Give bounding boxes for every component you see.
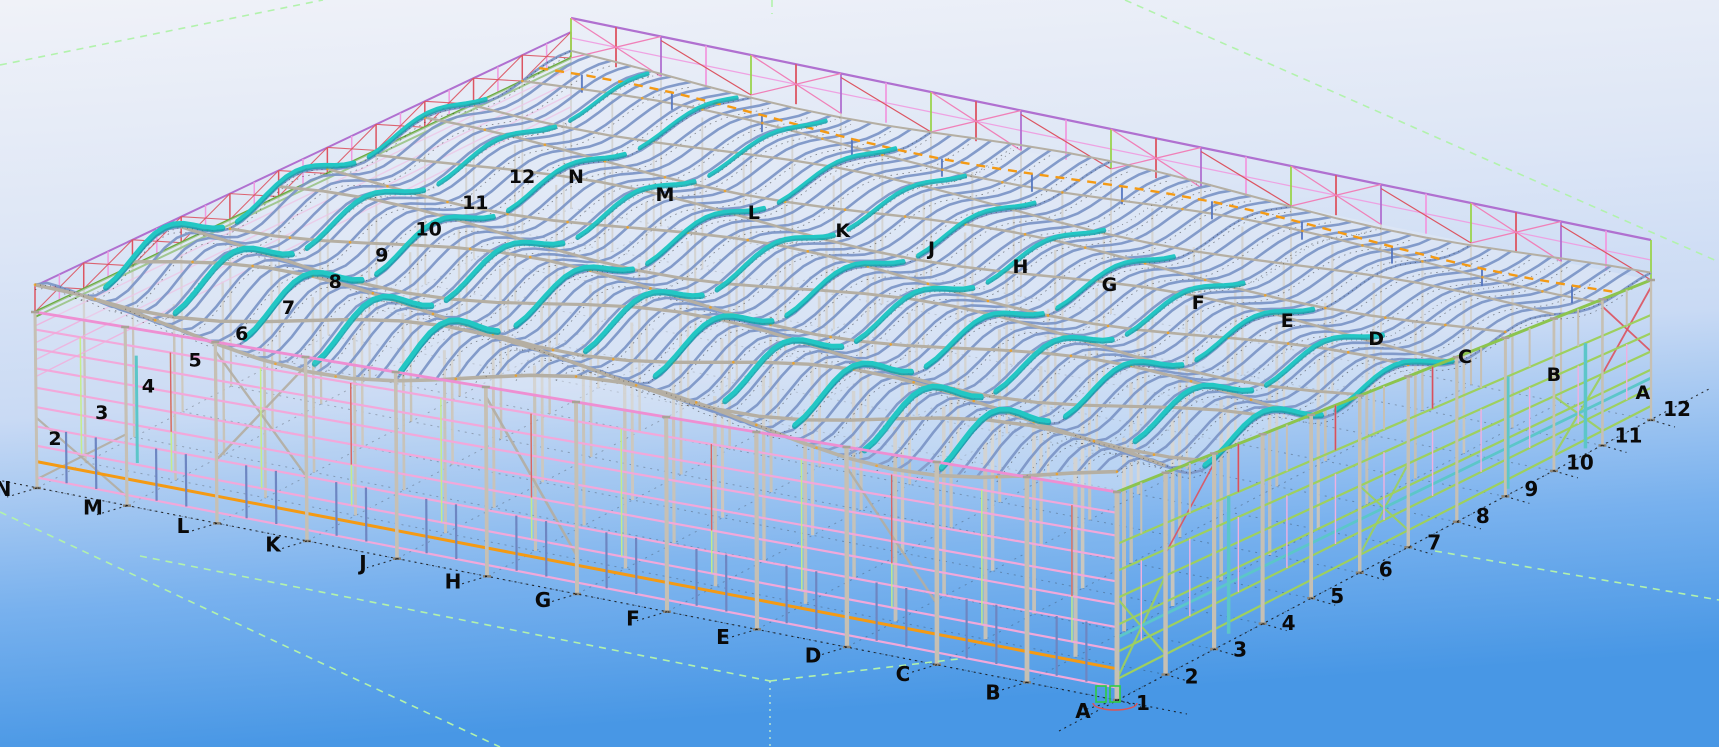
grid-label-letter-ground: K bbox=[265, 533, 282, 557]
grid-label-letter-ground: B bbox=[985, 681, 1000, 705]
grid-label-number-far: 8 bbox=[329, 271, 342, 293]
grid-label-letter-ground: G bbox=[535, 588, 551, 612]
grid-label-number-far: 2 bbox=[48, 428, 61, 450]
grid-label-letter-ground: C bbox=[896, 662, 911, 686]
grid-label-letter-ground: L bbox=[177, 514, 190, 538]
grid-label-number-far: 10 bbox=[415, 218, 441, 240]
grid-label-letter-roof: A bbox=[1635, 382, 1650, 404]
grid-label-letter-roof: E bbox=[1281, 310, 1294, 332]
grid-label-number-far: 11 bbox=[462, 192, 488, 214]
grid-label-letter-roof: D bbox=[1368, 328, 1384, 350]
grid-label-letter-roof: M bbox=[655, 184, 674, 206]
grid-label-number-far: 7 bbox=[282, 297, 295, 319]
grid-label-number-far: 5 bbox=[188, 349, 201, 371]
grid-label-number-ground: 12 bbox=[1663, 397, 1691, 421]
structural-model-3d-view[interactable]: NMLKJHGFEDCBA123456789101112234567891011… bbox=[0, 0, 1719, 747]
grid-label-letter-roof: N bbox=[568, 166, 584, 188]
grid-label-letter-roof: K bbox=[835, 220, 851, 242]
grid-label-letter-ground: M bbox=[83, 496, 103, 520]
grid-label-number-far: 12 bbox=[509, 166, 535, 188]
grid-label-number-ground: 3 bbox=[1233, 638, 1247, 662]
grid-label-letter-roof: B bbox=[1547, 364, 1561, 386]
grid-label-letter-roof: H bbox=[1013, 256, 1029, 278]
grid-label-letter-roof: L bbox=[748, 202, 760, 224]
grid-label-number-far: 6 bbox=[235, 323, 248, 345]
grid-label-number-ground: 1 bbox=[1136, 691, 1150, 715]
grid-label-number-ground: 10 bbox=[1566, 450, 1594, 474]
grid-label-letter-ground: J bbox=[357, 551, 366, 575]
grid-label-letter-ground: E bbox=[716, 625, 730, 649]
grid-label-number-ground: 4 bbox=[1282, 611, 1296, 635]
grid-label-number-ground: 6 bbox=[1379, 557, 1393, 581]
grid-label-number-far: 4 bbox=[142, 376, 155, 398]
grid-label-letter-ground: N bbox=[0, 477, 11, 501]
grid-label-number-ground: 2 bbox=[1185, 664, 1199, 688]
grid-label-letter-ground: D bbox=[805, 644, 822, 668]
grid-label-number-far: 9 bbox=[375, 245, 388, 267]
grid-label-letter-roof: F bbox=[1192, 292, 1205, 314]
grid-label-letter-roof: C bbox=[1458, 346, 1472, 368]
grid-label-letter-ground: A bbox=[1075, 699, 1091, 723]
grid-label-number-ground: 8 bbox=[1476, 504, 1490, 528]
grid-label-number-ground: 5 bbox=[1330, 584, 1344, 608]
grid-label-number-ground: 7 bbox=[1427, 531, 1441, 555]
grid-label-letter-ground: F bbox=[626, 607, 640, 631]
grid-label-letter-roof: G bbox=[1102, 274, 1118, 296]
grid-label-number-ground: 9 bbox=[1524, 477, 1538, 501]
grid-label-number-far: 3 bbox=[95, 402, 108, 424]
grid-label-letter-ground: H bbox=[445, 570, 462, 594]
grid-label-letter-roof: J bbox=[926, 238, 935, 260]
model-viewport[interactable]: NMLKJHGFEDCBA123456789101112234567891011… bbox=[0, 0, 1719, 747]
grid-label-number-ground: 11 bbox=[1615, 424, 1643, 448]
